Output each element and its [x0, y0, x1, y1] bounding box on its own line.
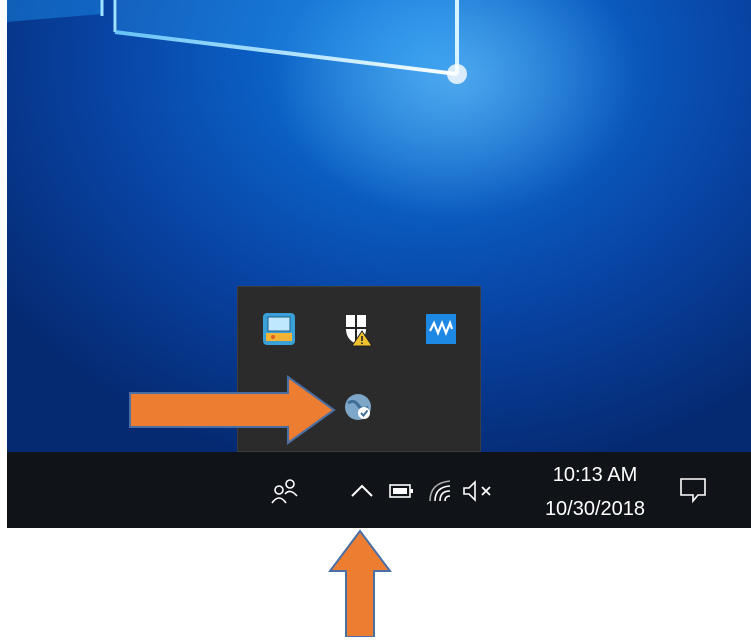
arrow-pointing-to-globe-icon — [128, 375, 338, 450]
people-icon[interactable] — [268, 474, 302, 508]
system-clock[interactable]: 10:13 AM 10/30/2018 — [531, 452, 659, 528]
waves-app-icon[interactable] — [423, 311, 459, 347]
windows-security-warning-icon[interactable] — [338, 311, 374, 347]
clock-date: 10/30/2018 — [544, 498, 646, 520]
action-center-icon[interactable] — [675, 472, 711, 508]
wifi-icon[interactable] — [423, 474, 457, 508]
volume-muted-icon[interactable] — [459, 474, 499, 508]
globe-vpn-icon[interactable] — [340, 389, 376, 425]
network-app-icon[interactable] — [261, 311, 297, 347]
taskbar: 10:13 AM 10/30/2018 — [7, 452, 751, 528]
arrow-pointing-to-chevron — [327, 528, 393, 642]
show-hidden-icons-chevron[interactable] — [345, 474, 379, 508]
clock-time: 10:13 AM — [552, 464, 638, 486]
battery-icon[interactable] — [385, 476, 419, 506]
